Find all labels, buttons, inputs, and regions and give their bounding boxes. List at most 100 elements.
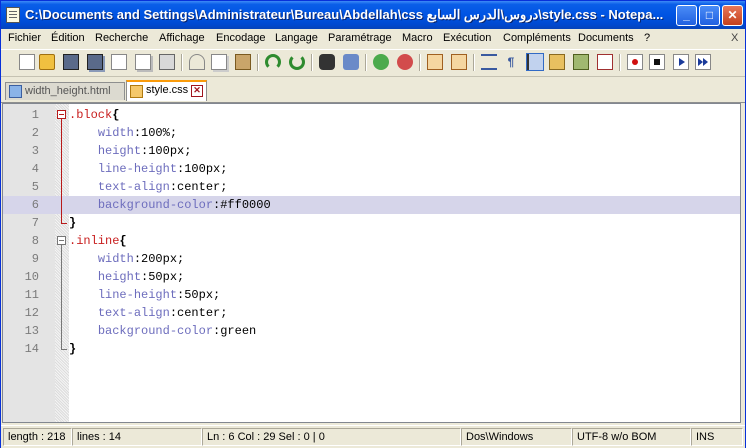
close-all-icon[interactable] xyxy=(135,54,151,70)
tab-style-css[interactable]: style.css ✕ xyxy=(126,80,207,101)
new-file-icon[interactable] xyxy=(19,54,35,70)
menu-documents[interactable]: Documents xyxy=(578,32,634,44)
css-value: 100%; xyxy=(141,126,178,140)
function-list-icon[interactable] xyxy=(573,54,589,70)
menu-parametrage[interactable]: Paramétrage xyxy=(328,32,392,44)
line-number: 4 xyxy=(31,162,39,176)
menu-affichage[interactable]: Affichage xyxy=(159,32,205,44)
code-line[interactable]: 1 .block{ xyxy=(3,106,740,124)
run-macro-multiple-icon[interactable] xyxy=(695,54,711,70)
tab-label: style.css xyxy=(146,84,189,96)
status-position: Ln : 6 Col : 29 Sel : 0 | 0 xyxy=(202,428,461,446)
css-property: background-color xyxy=(97,198,214,212)
fold-toggle-icon[interactable] xyxy=(57,110,66,119)
code-line[interactable]: 9 width:200px; xyxy=(3,250,740,268)
code-text: text-align:center; xyxy=(69,178,228,196)
fold-toggle-icon[interactable] xyxy=(57,236,66,245)
css-property: width xyxy=(97,126,134,140)
code-line[interactable]: 4 line-height:100px; xyxy=(3,160,740,178)
document-map-icon[interactable] xyxy=(549,54,565,70)
play-macro-icon[interactable] xyxy=(673,54,689,70)
code-line[interactable]: 5 text-align:center; xyxy=(3,178,740,196)
css-value: 100px; xyxy=(148,144,192,158)
save-icon[interactable] xyxy=(63,54,79,70)
code-line[interactable]: 13 background-color:green xyxy=(3,322,740,340)
close-window-button[interactable]: ✕ xyxy=(722,5,743,26)
code-line[interactable]: 3 height:100px; xyxy=(3,142,740,160)
sync-horizontal-icon[interactable] xyxy=(451,54,467,70)
line-number: 7 xyxy=(31,216,39,230)
word-wrap-icon[interactable] xyxy=(481,54,497,70)
stop-record-icon[interactable] xyxy=(649,54,665,70)
menu-close-document[interactable]: X xyxy=(731,32,738,44)
code-text: } xyxy=(69,214,76,232)
zoom-in-icon[interactable] xyxy=(373,54,389,70)
tab-label: width_height.html xyxy=(25,85,111,97)
close-tab-icon[interactable]: ✕ xyxy=(191,85,203,97)
cut-icon[interactable] xyxy=(189,54,205,70)
replace-icon[interactable] xyxy=(343,54,359,70)
css-selector: .inline xyxy=(69,234,120,248)
save-all-icon[interactable] xyxy=(87,54,103,70)
status-encoding: UTF-8 w/o BOM xyxy=(572,428,691,446)
code-editor[interactable]: 1 .block{2 width:100%; 3 height:100px; 4 li… xyxy=(2,103,741,423)
menu-complements[interactable]: Compléments xyxy=(503,32,571,44)
notepad-window: C:\Documents and Settings\Administrateur… xyxy=(0,0,746,448)
show-all-chars-icon[interactable]: ¶ xyxy=(503,54,519,70)
menu-fichier[interactable]: Fichier xyxy=(8,32,41,44)
code-line[interactable]: 8 .inline{ xyxy=(3,232,740,250)
code-line[interactable]: 10 height:50px; xyxy=(3,268,740,286)
code-line[interactable]: 12 text-align:center; xyxy=(3,304,740,322)
line-number: 13 xyxy=(24,324,39,338)
menu-execution[interactable]: Exécution xyxy=(443,32,491,44)
css-value: 50px; xyxy=(148,270,185,284)
indent-guide-icon[interactable] xyxy=(526,53,544,71)
code-line[interactable]: 2 width:100%; xyxy=(3,124,740,142)
open-folder-icon[interactable] xyxy=(39,54,55,70)
code-line[interactable]: 11 line-height:50px; xyxy=(3,286,740,304)
zoom-out-icon[interactable] xyxy=(397,54,413,70)
maximize-button[interactable]: □ xyxy=(699,5,720,26)
code-line[interactable]: 6 background-color:#ff0000 xyxy=(3,196,740,214)
tab-width-height-html[interactable]: width_height.html xyxy=(5,82,125,100)
css-property: text-align xyxy=(97,180,170,194)
line-number: 14 xyxy=(24,342,39,356)
record-macro-icon[interactable] xyxy=(627,54,643,70)
status-lines: lines : 14 xyxy=(72,428,202,446)
menu-help[interactable]: ? xyxy=(644,32,650,44)
status-insert-mode: INS xyxy=(691,428,743,446)
minimize-button[interactable]: _ xyxy=(676,5,697,26)
title-bar[interactable]: C:\Documents and Settings\Administrateur… xyxy=(1,1,745,29)
code-text: background-color:green xyxy=(69,322,256,340)
redo-icon[interactable] xyxy=(289,54,305,70)
line-number: 11 xyxy=(24,288,39,302)
colon: : xyxy=(169,180,178,194)
css-value: 50px; xyxy=(184,288,221,302)
menu-encodage[interactable]: Encodage xyxy=(216,32,266,44)
code-line[interactable]: 14} xyxy=(3,340,740,358)
close-brace: } xyxy=(69,216,77,230)
status-eol: Dos\Windows xyxy=(461,428,572,446)
copy-icon[interactable] xyxy=(211,54,227,70)
undo-icon[interactable] xyxy=(265,54,281,70)
css-value: #ff0000 xyxy=(220,198,271,212)
code-text: .inline{ xyxy=(69,232,127,250)
folder-workspace-icon[interactable] xyxy=(597,54,613,70)
fold-line xyxy=(61,245,62,340)
menu-macro[interactable]: Macro xyxy=(402,32,433,44)
line-number: 5 xyxy=(31,180,39,194)
css-property: background-color xyxy=(97,324,214,338)
sync-vertical-icon[interactable] xyxy=(427,54,443,70)
line-number: 8 xyxy=(31,234,39,248)
close-icon[interactable] xyxy=(111,54,127,70)
tab-bar: width_height.html style.css ✕ xyxy=(1,78,745,103)
menu-langage[interactable]: Langage xyxy=(275,32,318,44)
print-icon[interactable] xyxy=(159,54,175,70)
menu-recherche[interactable]: Recherche xyxy=(95,32,148,44)
line-number: 6 xyxy=(31,198,39,212)
paste-icon[interactable] xyxy=(235,54,251,70)
menu-edition[interactable]: Édition xyxy=(51,32,85,44)
code-line[interactable]: 7} xyxy=(3,214,740,232)
find-icon[interactable] xyxy=(319,54,335,70)
open-brace: { xyxy=(119,234,127,248)
